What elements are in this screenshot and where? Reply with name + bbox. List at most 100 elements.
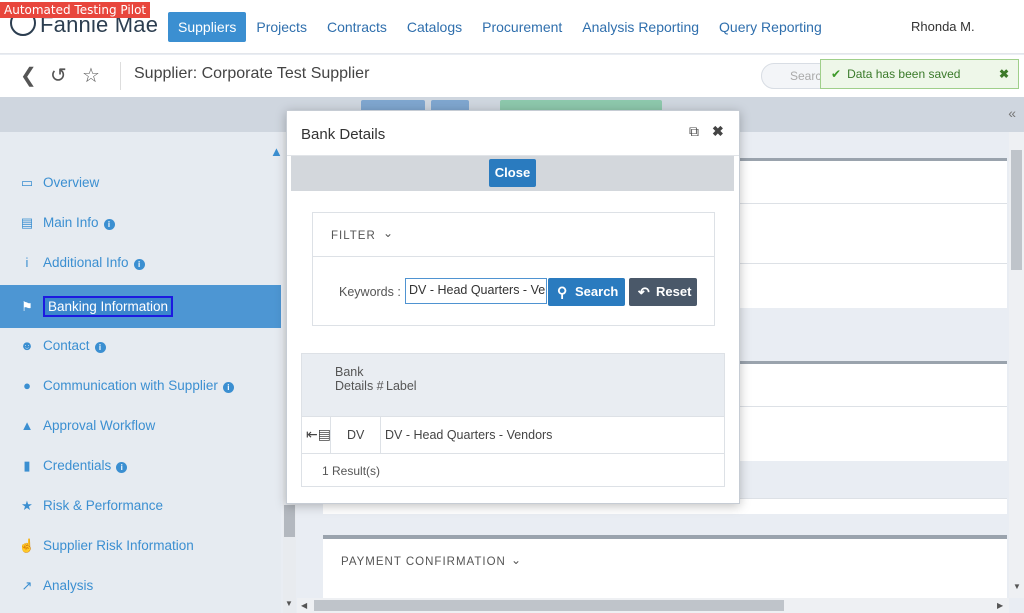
- sidebar-item-label: Credentials: [43, 458, 112, 473]
- history-icon[interactable]: ↺: [50, 63, 67, 88]
- back-icon[interactable]: ❮: [20, 63, 37, 88]
- search-icon: ⚲: [557, 284, 568, 300]
- sidebar-item-supplier-risk[interactable]: ☝ Supplier Risk Information: [0, 526, 281, 566]
- pin-icon[interactable]: ▲: [270, 144, 283, 159]
- sidebar-item-main-info[interactable]: ▤ Main Info i: [0, 203, 281, 243]
- star-icon[interactable]: ☆: [82, 63, 100, 88]
- thumbs-up-icon: ☝: [18, 538, 36, 553]
- nav-catalogs[interactable]: Catalogs: [397, 12, 472, 42]
- sidebar-item-analysis[interactable]: ↗ Analysis: [0, 566, 281, 606]
- payment-confirmation-section[interactable]: PAYMENT CONFIRMATION ⌄: [323, 535, 1007, 598]
- chart-icon: ↗: [21, 578, 33, 593]
- cell-label: DV - Head Quarters - Vendors: [385, 428, 553, 442]
- top-navigation: Automated Testing Pilot Fannie Mae Suppl…: [0, 0, 1024, 54]
- column-header-bank-details[interactable]: Bank Details #: [335, 365, 385, 393]
- filter-panel: FILTER ⌄ Keywords : DV - Head Quarters -…: [312, 212, 715, 326]
- nav-query-reporting[interactable]: Query Reporting: [709, 12, 832, 42]
- nav-analysis-reporting[interactable]: Analysis Reporting: [572, 12, 709, 42]
- sidebar-item-label: Main Info: [43, 215, 99, 230]
- sidebar-item-banking-information[interactable]: ⚑ Banking Information: [0, 285, 281, 328]
- section-title: PAYMENT CONFIRMATION: [341, 556, 506, 568]
- close-button[interactable]: Close: [489, 159, 536, 187]
- modal-toolbar: Close: [291, 156, 734, 191]
- horizontal-scrollbar[interactable]: ◀ ▶: [297, 598, 1009, 613]
- main-scroll-thumb[interactable]: [1011, 150, 1022, 270]
- info-icon[interactable]: i: [103, 219, 115, 230]
- user-menu[interactable]: Rhonda M.: [911, 19, 975, 34]
- info-icon[interactable]: i: [94, 342, 106, 353]
- info-icon[interactable]: i: [116, 462, 128, 473]
- toolbar-button-ghost: [431, 100, 469, 110]
- close-icon[interactable]: ✖: [712, 123, 724, 140]
- main-scrollbar[interactable]: ▼: [1009, 132, 1024, 598]
- road-icon: ▲: [20, 418, 34, 433]
- reset-button[interactable]: ↶ Reset: [629, 278, 697, 306]
- monitor-icon: ▭: [20, 175, 34, 190]
- info-icon[interactable]: i: [222, 382, 234, 393]
- chevron-down-icon[interactable]: ⌄: [511, 553, 521, 567]
- sidebar-item-approval-workflow[interactable]: ▲ Approval Workflow: [0, 406, 281, 446]
- sidebar-item-additional-info[interactable]: i Additional Info i: [0, 243, 281, 283]
- check-icon: ✔: [831, 67, 842, 81]
- sidebar-scroll-thumb[interactable]: [284, 505, 295, 537]
- sidebar-item-overview[interactable]: ▭ Overview: [0, 163, 281, 203]
- book-icon: ▮: [23, 458, 31, 473]
- scroll-left-arrow-icon[interactable]: ◀: [301, 601, 307, 610]
- sidebar-item-label: Communication with Supplier: [43, 378, 218, 393]
- id-card-icon: ▤: [20, 215, 34, 230]
- sidebar-item-label: Analysis: [43, 578, 94, 593]
- info-icon[interactable]: i: [133, 259, 145, 270]
- column-header-label[interactable]: Label: [386, 379, 417, 393]
- cell-bank-number: DV: [347, 428, 365, 442]
- sidebar-item-label: Risk & Performance: [43, 498, 164, 513]
- sidebar-item-risk-performance[interactable]: ★ Risk & Performance: [0, 486, 281, 526]
- bank-icon: ⚑: [21, 299, 33, 314]
- success-toast: ✔ Data has been saved ✖: [820, 59, 1019, 89]
- horizontal-scroll-thumb[interactable]: [314, 600, 784, 611]
- nav-procurement[interactable]: Procurement: [472, 12, 572, 42]
- keywords-label: Keywords :: [339, 285, 401, 299]
- bank-details-modal: Bank Details ⧉ ✖ Close FILTER ⌄ Keywords…: [286, 110, 740, 504]
- cell-divider: [380, 417, 381, 453]
- chat-icon: ●: [23, 378, 31, 393]
- automation-badge: Automated Testing Pilot: [0, 2, 151, 18]
- results-count: 1 Result(s): [322, 464, 381, 478]
- table-row[interactable]: ⇤▤ DV DV - Head Quarters - Vendors: [302, 417, 724, 454]
- star-icon: ★: [21, 498, 33, 513]
- toolbar-button-ghost: [500, 100, 662, 110]
- nav-contracts[interactable]: Contracts: [317, 12, 397, 42]
- scroll-down-arrow-icon[interactable]: ▼: [285, 599, 293, 608]
- sidebar-item-credentials[interactable]: ▮ Credentials i: [0, 446, 281, 486]
- filter-label: FILTER: [331, 230, 376, 242]
- undo-icon: ↶: [638, 284, 650, 300]
- sidebar-item-label: Contact: [43, 338, 90, 353]
- table-header: Bank Details # Label: [302, 354, 724, 417]
- filter-header[interactable]: FILTER ⌄: [313, 213, 714, 257]
- toast-close-icon[interactable]: ✖: [999, 67, 1009, 81]
- modal-title: Bank Details: [301, 126, 386, 143]
- sidebar-item-label: Additional Info: [43, 255, 129, 270]
- search-button-label: Search: [575, 284, 619, 299]
- nav-projects[interactable]: Projects: [246, 12, 317, 42]
- sidebar: ▲ ▭ Overview ▤ Main Info i i Additional Info…: [0, 132, 283, 613]
- keywords-value: DV - Head Quarters - Vendors: [409, 283, 546, 297]
- cell-divider: [330, 417, 331, 453]
- keywords-input[interactable]: DV - Head Quarters - Vendors: [405, 278, 547, 304]
- scroll-down-arrow-icon[interactable]: ▼: [1013, 582, 1021, 591]
- sidebar-item-label: Approval Workflow: [43, 418, 156, 433]
- toolbar-button-ghost: [361, 100, 425, 110]
- reset-button-label: Reset: [656, 284, 692, 299]
- main-nav: Suppliers Projects Contracts Catalogs Pr…: [168, 12, 832, 42]
- sidebar-item-communication[interactable]: ● Communication with Supplier i: [0, 366, 281, 406]
- collapse-panel-icon[interactable]: «: [1008, 105, 1016, 121]
- sidebar-item-contact[interactable]: ☻ Contact i: [0, 326, 281, 366]
- toast-message: Data has been saved: [847, 67, 961, 81]
- chevron-down-icon[interactable]: ⌄: [383, 226, 393, 240]
- search-button[interactable]: ⚲ Search: [548, 278, 625, 306]
- nav-suppliers[interactable]: Suppliers: [168, 12, 247, 42]
- sidebar-item-label: Overview: [43, 175, 100, 190]
- restore-window-icon[interactable]: ⧉: [689, 123, 699, 140]
- info-icon: i: [25, 255, 29, 270]
- scroll-right-arrow-icon[interactable]: ▶: [997, 601, 1003, 610]
- select-row-icon[interactable]: ⇤▤: [306, 426, 331, 443]
